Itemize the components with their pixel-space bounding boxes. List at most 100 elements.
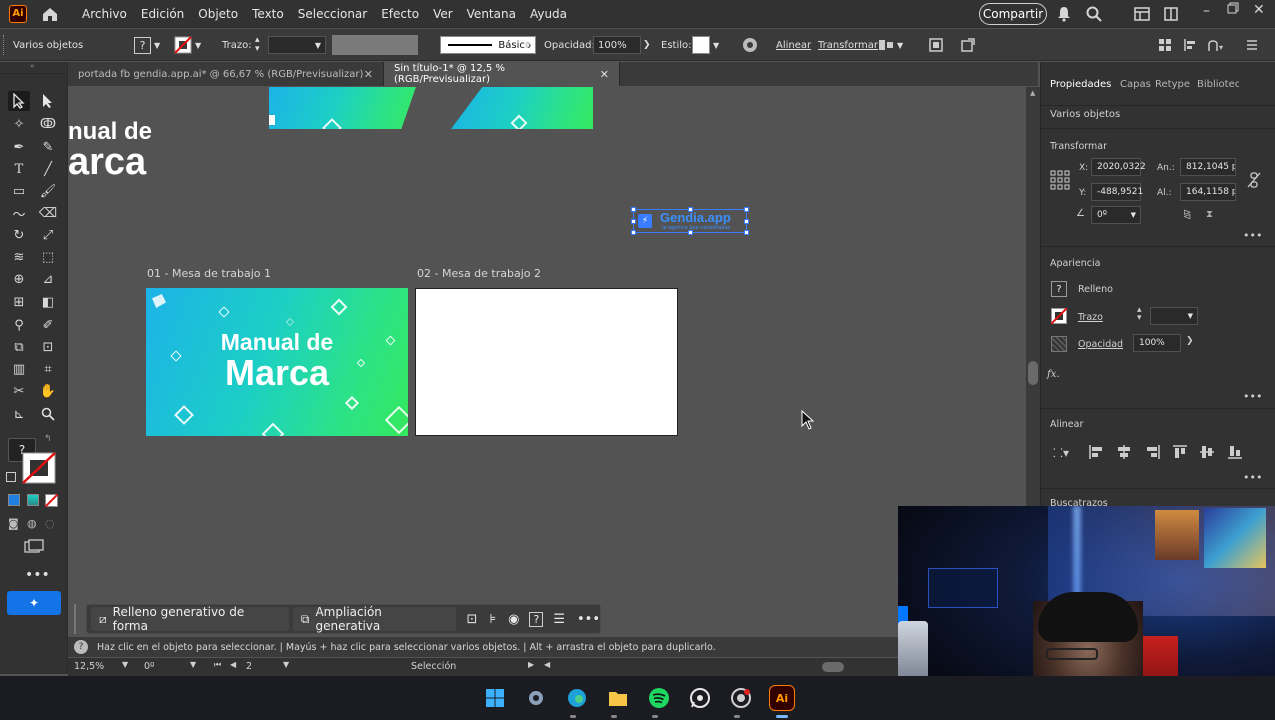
- first-artboard-icon[interactable]: ⏮: [214, 660, 221, 670]
- rotate-view-tool-icon[interactable]: ⊾: [8, 404, 30, 424]
- eraser-tool-icon[interactable]: ⌫: [37, 203, 59, 223]
- opacity-input[interactable]: 100%: [1133, 334, 1181, 352]
- line-tool-icon[interactable]: ╱: [37, 159, 59, 179]
- fill-swatch[interactable]: ?: [1051, 281, 1067, 297]
- color-mode-icon[interactable]: [8, 494, 20, 506]
- screen-recorder-icon[interactable]: [728, 685, 754, 711]
- selection-handle[interactable]: [631, 219, 636, 224]
- tab-portada[interactable]: portada fb gendia.app.ai* @ 66,67 % (RGB…: [68, 62, 384, 86]
- mesh-tool-icon[interactable]: ⊞: [8, 292, 30, 312]
- draw-behind-icon[interactable]: ◍: [27, 517, 37, 530]
- selection-handle[interactable]: [631, 207, 636, 212]
- align-to-selection-icon[interactable]: ⸬▾: [1053, 444, 1069, 461]
- menu-ayuda[interactable]: Ayuda: [523, 7, 574, 21]
- status-menu-icon[interactable]: ▶: [528, 660, 534, 669]
- horizontal-scroll-thumb[interactable]: [822, 662, 844, 672]
- hand-tool-icon[interactable]: ✋: [37, 381, 59, 401]
- selection-handle[interactable]: [688, 230, 693, 235]
- scroll-thumb[interactable]: [1028, 361, 1038, 385]
- properties-icon[interactable]: ☰: [553, 612, 565, 627]
- distribute-icon[interactable]: [1158, 29, 1172, 61]
- chevron-down-icon[interactable]: ▼: [524, 29, 530, 61]
- rotation-value[interactable]: 0º: [144, 661, 155, 672]
- artboard-fit-icon[interactable]: ⊡: [466, 612, 477, 627]
- tab-layers[interactable]: Capas: [1120, 62, 1151, 106]
- opacity-link[interactable]: Opacidad: [1078, 339, 1123, 350]
- blend-tool-icon[interactable]: ⧉: [8, 337, 30, 357]
- x-position-input[interactable]: 2020,0322: [1091, 158, 1146, 176]
- selection-handle[interactable]: [744, 219, 749, 224]
- more-options-icon[interactable]: •••: [577, 612, 600, 627]
- gradient-tool-icon[interactable]: ◧: [37, 292, 59, 312]
- menu-edicion[interactable]: Edición: [134, 7, 191, 21]
- canvas[interactable]: nual de arca ⚡ Gendia.app la agencia que…: [68, 87, 1026, 635]
- home-icon[interactable]: [41, 6, 59, 22]
- partial-artboard-top-left[interactable]: [269, 87, 416, 129]
- bell-icon[interactable]: [1057, 6, 1071, 25]
- recolor-icon[interactable]: ◉: [508, 612, 519, 627]
- variable-width-profile[interactable]: [332, 35, 418, 55]
- artboard-tool-icon[interactable]: ⌗: [37, 359, 59, 379]
- magic-wand-tool-icon[interactable]: ✧: [8, 114, 30, 134]
- chevron-down-icon[interactable]: ▼: [283, 660, 289, 669]
- pen-tool-icon[interactable]: ✒: [8, 137, 30, 157]
- workspace-icon[interactable]: [1134, 7, 1150, 24]
- slice-tool-icon[interactable]: ✂: [8, 381, 30, 401]
- artboard-2-label[interactable]: 02 - Mesa de trabajo 2: [417, 267, 541, 280]
- draw-inside-icon[interactable]: ◌: [45, 517, 55, 530]
- stroke-stepper[interactable]: ▴ ▾: [1137, 306, 1142, 323]
- close-icon[interactable]: ✕: [1253, 2, 1265, 18]
- swap-colors-icon[interactable]: ↰: [44, 434, 52, 444]
- previous-artboard-icon[interactable]: ◀: [230, 660, 236, 669]
- share-button[interactable]: Compartir: [979, 3, 1047, 25]
- partial-title-line-2[interactable]: arca: [68, 142, 146, 182]
- none-mode-icon[interactable]: [44, 493, 59, 510]
- more-options-icon[interactable]: •••: [1243, 229, 1262, 242]
- height-input[interactable]: 164,1158 p: [1180, 183, 1236, 201]
- chevron-down-icon[interactable]: ▼: [190, 660, 196, 669]
- arrange-docs-icon[interactable]: [1164, 7, 1178, 24]
- restore-icon[interactable]: [1227, 2, 1239, 17]
- context-bar-grip[interactable]: [74, 604, 78, 634]
- edit-group-icon[interactable]: [960, 29, 976, 61]
- menu-ventana[interactable]: Ventana: [460, 7, 523, 21]
- eyedropper-tool-icon[interactable]: ⚲: [8, 315, 30, 335]
- windows-start-icon[interactable]: [482, 685, 508, 711]
- chevron-right-icon[interactable]: ❯: [1186, 336, 1194, 346]
- menu-objeto[interactable]: Objeto: [191, 7, 245, 21]
- stroke-stepper[interactable]: ▴ ▾: [255, 29, 260, 61]
- scale-tool-icon[interactable]: ⤢: [37, 225, 59, 245]
- align-bottom-icon[interactable]: [1227, 444, 1243, 463]
- selected-logo[interactable]: ⚡ Gendia.app la agencia que necesitabas: [631, 207, 749, 235]
- zoom-level[interactable]: 12,5%: [74, 661, 104, 672]
- measure-tool-icon[interactable]: ✐: [37, 315, 59, 335]
- panel-menu-icon[interactable]: [1246, 29, 1258, 61]
- partial-artboard-top-right[interactable]: [451, 87, 593, 129]
- stroke-weight-dropdown[interactable]: ▼: [1150, 307, 1198, 325]
- constrain-proportions-icon[interactable]: [1247, 172, 1261, 191]
- spotify-icon[interactable]: [646, 685, 672, 711]
- align-options-icon[interactable]: ▼: [878, 29, 903, 61]
- close-tab-icon[interactable]: ✕: [600, 68, 609, 81]
- zoom-tool-icon[interactable]: [37, 404, 59, 424]
- align-center-vertical-icon[interactable]: [1199, 444, 1215, 463]
- opacity-input[interactable]: 100%: [593, 36, 641, 54]
- transform-link[interactable]: Transformar: [818, 29, 878, 61]
- y-position-input[interactable]: -488,9521: [1091, 183, 1143, 201]
- isolate-icon[interactable]: [928, 29, 944, 61]
- selection-handle[interactable]: [744, 207, 749, 212]
- align-link[interactable]: Alinear: [776, 29, 811, 61]
- chevron-right-icon[interactable]: ❯: [643, 29, 651, 61]
- artboard-number[interactable]: 2: [246, 661, 252, 672]
- generative-fill-button[interactable]: ⧄ Relleno generativo de forma: [91, 605, 289, 633]
- effects-button[interactable]: fx.: [1047, 369, 1060, 380]
- menu-seleccionar[interactable]: Seleccionar: [291, 7, 374, 21]
- shaper-tool-icon[interactable]: 〜: [8, 203, 30, 223]
- chevron-down-icon[interactable]: ▼: [122, 660, 128, 669]
- artboard-2[interactable]: [415, 288, 678, 436]
- scroll-left-icon[interactable]: ◀: [544, 660, 550, 669]
- rotate-tool-icon[interactable]: ↻: [8, 225, 30, 245]
- shape-builder-icon[interactable]: ▾: [1207, 29, 1227, 61]
- type-tool-icon[interactable]: T: [8, 159, 30, 179]
- perspective-grid-tool-icon[interactable]: ⊿: [37, 269, 59, 289]
